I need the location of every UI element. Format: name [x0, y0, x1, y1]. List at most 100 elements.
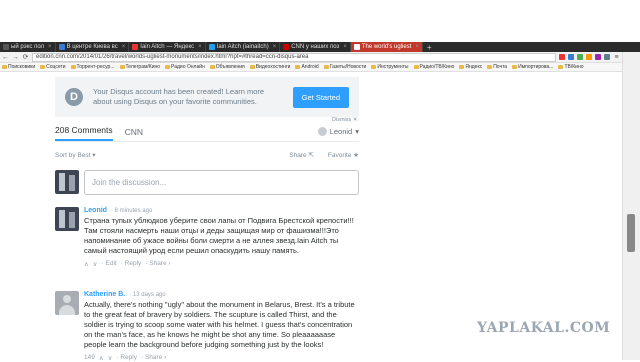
bookmark-item[interactable]: Телеграм/Кино	[119, 64, 160, 70]
discussion-input[interactable]: Join the discussion...	[84, 170, 359, 195]
extension-icon[interactable]	[604, 54, 610, 60]
browser-tab-active[interactable]: The world's ugliest ×	[350, 42, 423, 52]
menu-icon[interactable]: ≡	[613, 54, 620, 61]
folder-icon	[413, 65, 419, 69]
sort-row: Sort by Best ▾ Share ⇱ Favorite ★	[55, 150, 359, 160]
url-field[interactable]: edition.cnn.com/2014/01/26/travel/worlds…	[32, 52, 556, 62]
favorite-button[interactable]: Favorite ★	[328, 151, 359, 159]
tab-comments[interactable]: 208 Comments	[55, 125, 113, 141]
upvote-icon[interactable]: ∧	[84, 260, 89, 268]
avatar	[55, 207, 79, 231]
bookmark-item[interactable]: Соцсети	[40, 64, 66, 70]
extension-icon[interactable]	[568, 54, 574, 60]
bookmarks-bar: Поисковики Соцсети Торрент-ресур... Теле…	[0, 63, 622, 72]
comment-time[interactable]: · 8 minutes ago	[111, 208, 152, 214]
folder-icon	[295, 65, 301, 69]
folder-icon	[249, 65, 255, 69]
share-link[interactable]: · Share ›	[145, 260, 170, 268]
banner-message: Your Disqus account has been created! Le…	[93, 87, 265, 106]
tab-favicon-icon	[58, 44, 65, 50]
extension-icon[interactable]	[559, 54, 565, 60]
bookmark-item[interactable]: Объявления	[209, 64, 245, 70]
forward-arrow-icon[interactable]: →	[12, 54, 19, 61]
browser-tab[interactable]: Iain Aitch — Яндекс ×	[129, 42, 206, 52]
tab-close-icon[interactable]: ×	[415, 44, 419, 50]
browser-tab[interactable]: ый рэкс пол ×	[0, 42, 56, 52]
share-icon: ⇱	[308, 152, 314, 159]
tab-close-icon[interactable]: ×	[48, 44, 52, 50]
dismiss-link[interactable]: Dismiss ✕	[332, 117, 357, 123]
bookmark-item[interactable]: ТВ/Кино	[558, 64, 584, 70]
bookmark-item[interactable]: Радио Онлайн	[165, 64, 205, 70]
bookmark-item[interactable]: Газеты/Новости	[323, 64, 366, 70]
reload-icon[interactable]: ⟳	[22, 53, 29, 61]
folder-icon	[512, 65, 518, 69]
user-menu[interactable]: Leonid ▾	[317, 127, 359, 141]
bookmark-item[interactable]: Импортирова...	[512, 64, 553, 70]
tab-close-icon[interactable]: ×	[343, 44, 347, 50]
back-arrow-icon[interactable]: ←	[2, 54, 9, 61]
edit-link[interactable]: · Edit	[102, 260, 117, 268]
comment-body: Leonid · 8 minutes ago Страна тупых ублю…	[84, 207, 359, 268]
bookmark-item[interactable]: Поисковики	[2, 64, 35, 70]
folder-icon	[459, 65, 465, 69]
comment-item: Katherine B. · 13 days ago Actually, the…	[55, 291, 359, 362]
user-avatar-icon	[317, 127, 327, 136]
share-link[interactable]: · Share ›	[141, 354, 166, 362]
browser-tab[interactable]: Iain Aitch (iainaitch) ×	[206, 42, 281, 52]
tab-community[interactable]: CNN	[125, 127, 143, 141]
get-started-button[interactable]: Get Started	[292, 86, 349, 108]
bookmark-item[interactable]: Инструменты	[371, 64, 409, 70]
comment-actions: ∧ ∨ · Edit · Reply · Share ›	[84, 260, 359, 268]
tab-close-icon[interactable]: ×	[122, 44, 126, 50]
bookmark-item[interactable]: Android	[295, 64, 319, 70]
address-bar-row: ← → ⟳ edition.cnn.com/2014/01/26/travel/…	[0, 52, 622, 63]
reply-link[interactable]: · Reply	[121, 260, 142, 268]
bookmark-item[interactable]: Видеохостинги	[249, 64, 290, 70]
disqus-account-banner: D Your Disqus account has been created! …	[55, 77, 359, 117]
comment-author[interactable]: Leonid	[84, 207, 107, 214]
comment-body: Katherine B. · 13 days ago Actually, the…	[84, 291, 359, 362]
page-scrollbar[interactable]	[622, 52, 640, 360]
downvote-icon[interactable]: ∨	[108, 354, 113, 362]
new-tab-button[interactable]: +	[423, 43, 436, 52]
folder-icon	[119, 65, 125, 69]
folder-icon	[323, 65, 329, 69]
bookmark-item[interactable]: Радио/ТВ/Кино	[413, 64, 454, 70]
tab-favicon-icon	[3, 44, 9, 50]
share-button[interactable]: Share ⇱	[289, 151, 314, 159]
tab-favicon-icon	[208, 44, 215, 50]
sort-dropdown[interactable]: Sort by Best ▾	[55, 151, 95, 159]
disqus-logo-icon: D	[65, 88, 83, 106]
browser-tab[interactable]: CNN у наших поз ×	[280, 42, 351, 52]
comment-text: Страна тупых ублюдков уберите свои лапы …	[84, 216, 354, 255]
extension-icon[interactable]	[577, 54, 583, 60]
folder-icon	[209, 65, 215, 69]
extension-icon[interactable]	[595, 54, 601, 60]
avatar	[55, 291, 79, 315]
watermark-logo: YAPLAKAL.COM	[477, 320, 611, 336]
comment-text: Actually, there's nothing "ugly" about t…	[84, 300, 355, 349]
comment-item: Leonid · 8 minutes ago Страна тупых ублю…	[55, 207, 359, 268]
tab-close-icon[interactable]: ×	[198, 44, 202, 50]
extension-icon[interactable]	[586, 54, 592, 60]
folder-icon	[165, 65, 171, 69]
bookmark-item[interactable]: Торрент-ресур...	[70, 64, 115, 70]
comments-header: 208 Comments CNN Leonid ▾	[55, 125, 359, 142]
comment-author[interactable]: Katherine B.	[84, 291, 125, 298]
upvote-icon[interactable]: ∧	[99, 354, 104, 362]
scrollbar-thumb[interactable]	[627, 214, 635, 252]
browser-tab[interactable]: В центре Киева вс ×	[56, 42, 130, 52]
folder-icon	[2, 65, 7, 69]
comment-time[interactable]: · 13 days ago	[129, 292, 165, 298]
folder-icon	[487, 65, 493, 69]
folder-icon	[70, 65, 76, 69]
tab-close-icon[interactable]: ×	[273, 44, 277, 50]
browser-tab-bar: ый рэкс пол × В центре Киева вс × Iain Ait…	[0, 42, 640, 52]
comment-actions: 149 ∧ ∨ · Reply · Share ›	[84, 354, 359, 362]
bookmark-item[interactable]: Яндекс	[459, 64, 482, 70]
comment-meta: Leonid · 8 minutes ago	[84, 207, 359, 214]
downvote-icon[interactable]: ∨	[93, 260, 98, 268]
bookmark-item[interactable]: Почта	[487, 64, 507, 70]
reply-link[interactable]: · Reply	[116, 354, 137, 362]
